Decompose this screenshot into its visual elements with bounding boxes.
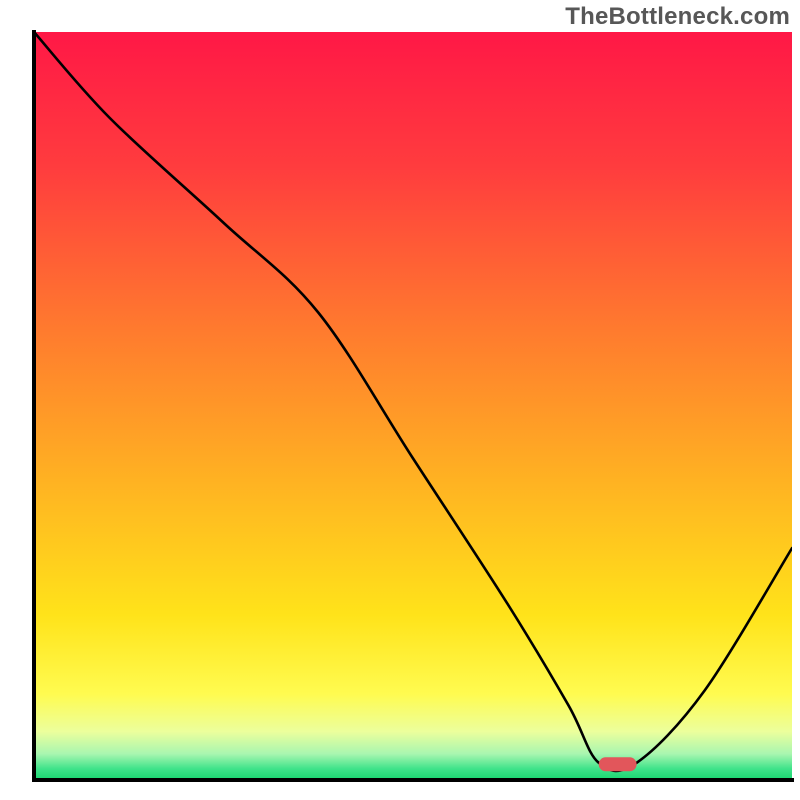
optimal-marker [599,757,637,771]
watermark-text: TheBottleneck.com [565,3,790,31]
chart-frame: TheBottleneck.com [0,0,800,800]
plot-background [34,32,792,780]
bottleneck-chart [0,0,800,800]
